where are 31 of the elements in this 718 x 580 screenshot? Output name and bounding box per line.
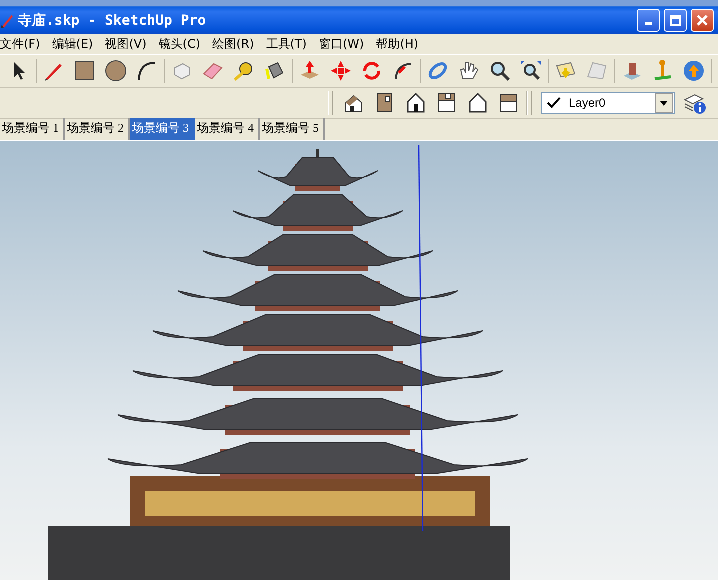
layer-dropdown[interactable]: Layer0 [541, 92, 675, 114]
rectangle-tool-button[interactable] [73, 59, 97, 83]
move-arrows-tool-button[interactable] [329, 59, 353, 83]
menu-item[interactable]: 编辑(E) [52, 36, 100, 52]
window-title: 寺庙.skp - SketchUp Pro [18, 12, 208, 30]
maximize-icon [670, 15, 681, 26]
minimize-button[interactable] [637, 9, 660, 32]
menu-item[interactable]: 工具(T) [266, 36, 313, 52]
dropdown-arrow-icon [660, 100, 668, 106]
menu-item[interactable]: 镜头(C) [158, 36, 207, 52]
scene-tab[interactable]: 场景编号 3 [130, 118, 195, 140]
close-icon [697, 15, 708, 26]
circle-tool-button[interactable] [104, 59, 128, 83]
menu-item[interactable]: 视图(V) [105, 36, 153, 52]
menu-item[interactable]: 窗口(W) [318, 36, 370, 52]
checkmark-icon [547, 97, 561, 109]
menu-item[interactable]: 绘图(R) [212, 36, 260, 52]
menu-item[interactable]: 帮助(H) [376, 36, 425, 52]
globe-tool-button[interactable] [682, 59, 706, 83]
zoom-extents-icon [519, 59, 543, 83]
close-button[interactable] [691, 9, 714, 32]
search-tool-button[interactable] [488, 59, 512, 83]
move-arrows-icon [329, 59, 353, 83]
maximize-button[interactable] [664, 9, 687, 32]
menu-item[interactable]: 文件(F) [0, 36, 46, 52]
app-icon [0, 12, 14, 28]
circle-icon [104, 59, 128, 83]
rectangle-icon [73, 59, 97, 83]
globe-icon [682, 59, 706, 83]
search-icon [488, 59, 512, 83]
zoom-extents-tool-button[interactable] [519, 59, 543, 83]
